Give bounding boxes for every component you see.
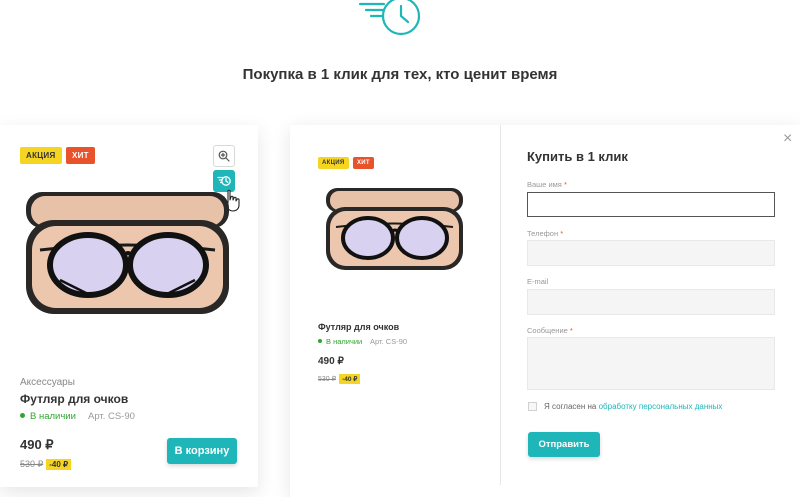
sale-badge: АКЦИЯ — [318, 157, 349, 169]
quick-buy-modal: АКЦИЯ ХИТ Футляр для очков В наличии Арт… — [290, 125, 800, 497]
email-field[interactable] — [527, 289, 775, 315]
discount-badge: -40 ₽ — [46, 459, 72, 470]
modal-badges: АКЦИЯ ХИТ — [318, 151, 374, 169]
modal-product-image — [326, 188, 463, 270]
close-icon[interactable]: × — [783, 131, 792, 147]
submit-button[interactable]: Отправить — [528, 432, 600, 457]
badges: АКЦИЯ ХИТ — [20, 145, 95, 164]
modal-divider — [500, 125, 501, 485]
modal-stock-status: В наличии — [318, 337, 362, 346]
stock-label: В наличии — [326, 337, 363, 346]
sale-badge: АКЦИЯ — [20, 147, 62, 164]
modal-old-price-row: 530 ₽ -40 ₽ — [318, 368, 361, 386]
zoom-button[interactable] — [213, 145, 235, 167]
product-category: Аксессуары — [20, 377, 75, 388]
message-label: Сообщение * — [527, 326, 573, 335]
name-field[interactable] — [527, 192, 775, 217]
stock-label: В наличии — [30, 411, 76, 422]
privacy-link[interactable]: обработку персональных данных — [599, 402, 723, 411]
page-title: Покупка в 1 клик для тех, кто ценит врем… — [242, 66, 558, 83]
price: 490 ₽ — [20, 437, 54, 452]
stock-dot — [318, 339, 322, 344]
phone-field[interactable] — [527, 240, 775, 266]
hit-badge: ХИТ — [65, 147, 95, 164]
email-label: E-mail — [527, 277, 549, 286]
stock-dot — [20, 412, 25, 418]
modal-product-name: Футляр для очков — [318, 322, 400, 332]
glasses-case-image — [26, 192, 229, 314]
modal-title: Купить в 1 клик — [527, 149, 628, 164]
add-to-cart-button[interactable]: В корзину — [167, 438, 237, 464]
phone-label: Телефон * — [527, 229, 564, 238]
stock-status: В наличии — [20, 411, 76, 422]
zoom-icon — [218, 150, 230, 162]
product-card: АКЦИЯ ХИТ Аксессуары Футляр для очков В … — [0, 125, 258, 487]
product-name[interactable]: Футляр для очков — [20, 392, 128, 406]
consent-checkbox[interactable] — [528, 402, 537, 411]
hit-badge: ХИТ — [352, 157, 374, 169]
modal-price: 490 ₽ — [318, 356, 344, 367]
quick-buy-icon — [217, 176, 231, 186]
old-price: 530 ₽ — [20, 459, 44, 469]
fast-clock-icon — [358, 0, 421, 36]
discount-badge: -40 ₽ — [339, 374, 361, 384]
name-label: Ваше имя * — [527, 180, 567, 189]
article-number: Арт. CS-90 — [88, 411, 135, 422]
old-price-row: 530 ₽ -40 ₽ — [20, 454, 72, 472]
modal-article: Арт. CS-90 — [370, 337, 408, 346]
message-field[interactable] — [527, 337, 775, 390]
old-price: 530 ₽ — [318, 376, 337, 383]
consent-text: Я согласен на обработку персональных дан… — [544, 402, 723, 411]
